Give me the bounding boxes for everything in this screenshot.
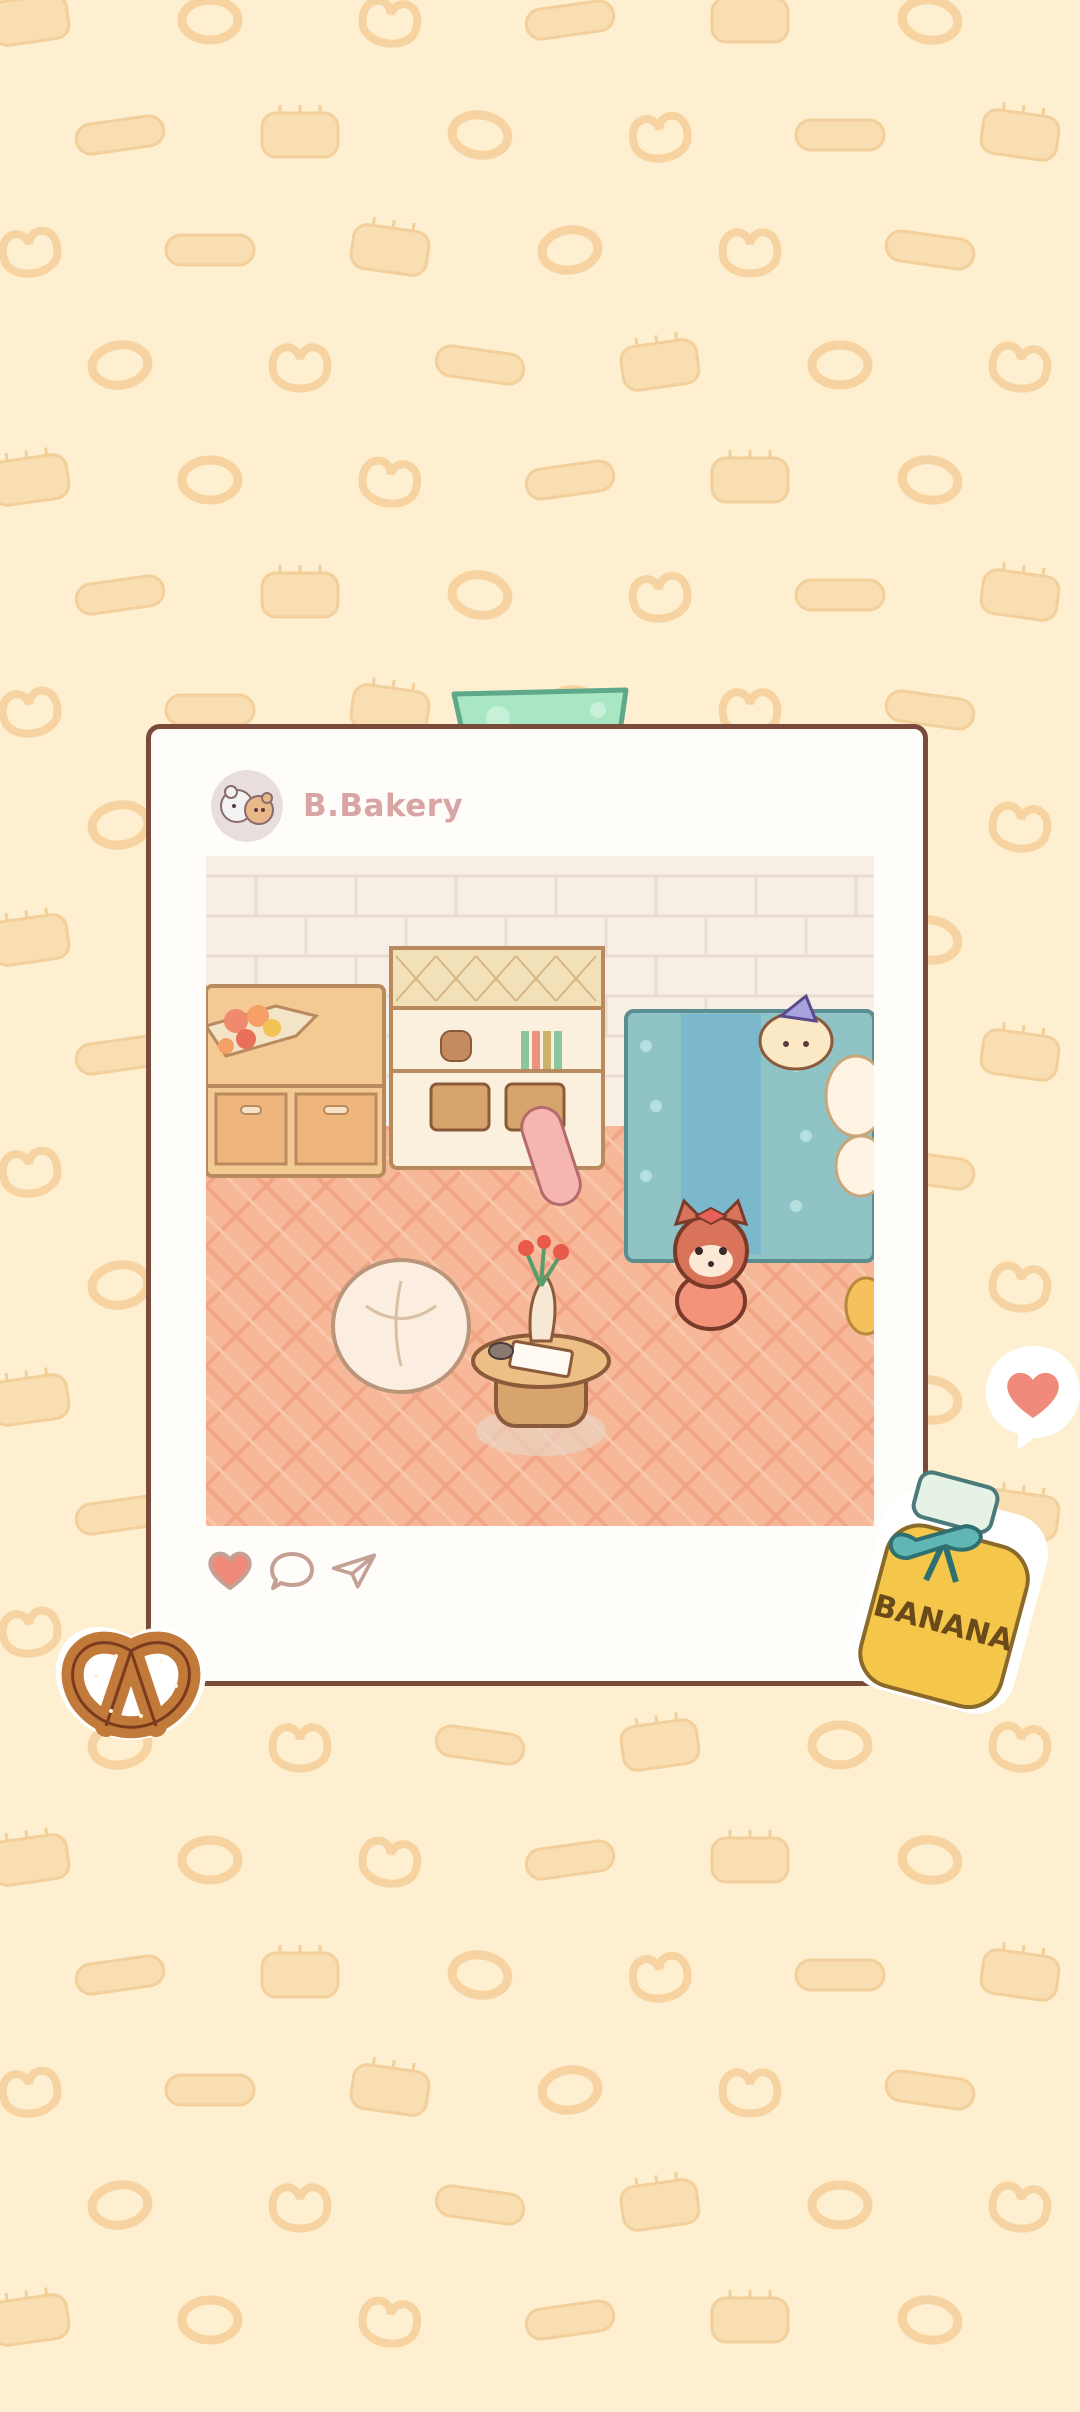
post-header: B.Bakery bbox=[211, 769, 463, 843]
heart-bubble-icon bbox=[986, 1346, 1080, 1450]
pretzel-icon bbox=[55, 1626, 207, 1740]
post-card: B.Bakery bbox=[146, 724, 928, 1686]
bear-avatar-icon[interactable] bbox=[211, 770, 283, 842]
username-label[interactable]: B.Bakery bbox=[303, 788, 463, 824]
paper-plane-icon[interactable] bbox=[330, 1549, 378, 1593]
speech-bubble-icon[interactable] bbox=[268, 1549, 316, 1593]
post-actions bbox=[206, 1547, 378, 1595]
room-photo bbox=[206, 856, 874, 1526]
banana-jar-sticker: BANANA bbox=[846, 1460, 1056, 1720]
